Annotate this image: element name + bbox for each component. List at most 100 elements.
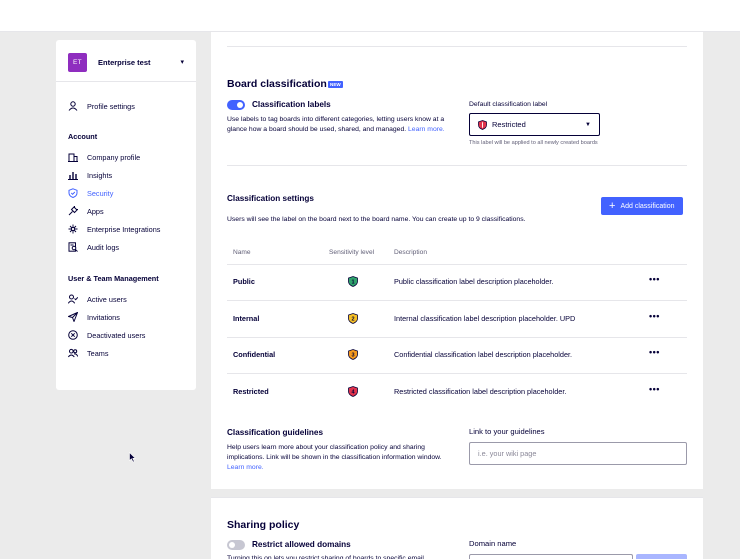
sensitivity-shield-icon: 1: [348, 276, 358, 287]
classification-name: Restricted: [233, 387, 269, 396]
column-header-sensitivity: Sensitivity level: [329, 249, 375, 256]
guidelines-description: Help users learn more about your classif…: [227, 443, 449, 473]
table-row: Confidential 3 Confidential classificati…: [227, 337, 687, 373]
sidebar-item-profile-settings[interactable]: Profile settings: [68, 99, 188, 113]
sidebar-item-company-profile[interactable]: Company profile: [68, 150, 188, 164]
plug-icon: [68, 206, 78, 216]
learn-more-link[interactable]: Learn more.: [408, 126, 445, 133]
table-row: Restricted 4 Restricted classification l…: [227, 374, 687, 410]
shield-icon: [68, 188, 78, 198]
sensitivity-level: 1: [351, 280, 354, 286]
classification-name: Confidential: [233, 350, 276, 359]
divider: [227, 165, 687, 166]
audit-log-icon: [68, 242, 78, 252]
classification-description: Use labels to tag boards into different …: [227, 115, 463, 135]
sensitivity-level: 3: [351, 353, 354, 359]
section-title-guidelines: Classification guidelines: [227, 428, 323, 437]
sidebar-section-account: Account: [68, 132, 98, 141]
sidebar-item-label: Apps: [87, 206, 104, 216]
mouse-cursor-icon: [129, 452, 136, 463]
chevron-down-icon: ▼: [585, 121, 591, 128]
table-row: Public 1 Public classification label des…: [227, 264, 687, 300]
add-classification-button[interactable]: + Add classification: [601, 197, 683, 215]
sidebar-item-label: Profile settings: [87, 101, 135, 111]
plus-icon: +: [609, 200, 616, 212]
add-domain-button[interactable]: [636, 554, 687, 559]
sidebar-item-label: Invitations: [87, 312, 120, 322]
sidebar-section-team: User & Team Management: [68, 274, 159, 283]
more-options-icon[interactable]: •••: [649, 347, 660, 357]
section-gap: [211, 489, 703, 497]
sidebar-item-security[interactable]: Security: [68, 186, 188, 200]
column-header-description: Description: [394, 249, 427, 256]
learn-more-link[interactable]: Learn more.: [227, 464, 264, 471]
classification-settings-description: Users will see the label on the board ne…: [227, 216, 526, 223]
settings-sidebar: ET Enterprise test ▾ Profile settings Ac…: [56, 40, 196, 390]
domain-name-field[interactable]: [469, 554, 633, 559]
default-label-hint: This label will be applied to all newly …: [469, 140, 598, 146]
sensitivity-level: 2: [351, 317, 354, 323]
sidebar-item-audit-logs[interactable]: Audit logs: [68, 240, 188, 254]
toggle-knob: [229, 542, 235, 548]
sidebar-item-insights[interactable]: Insights: [68, 168, 188, 182]
default-label-title: Default classification label: [469, 101, 548, 108]
sidebar-item-label: Deactivated users: [87, 330, 146, 340]
settings-content: Board classification NEW Classification …: [211, 32, 703, 559]
classification-description: Public classification label description …: [394, 277, 554, 286]
restrict-domains-toggle[interactable]: [227, 540, 245, 550]
default-classification-select[interactable]: Restricted ▼: [469, 113, 600, 136]
integrations-icon: [68, 224, 78, 234]
section-title-board-classification: Board classification: [227, 78, 327, 90]
sidebar-item-enterprise-integrations[interactable]: Enterprise Integrations: [68, 222, 188, 236]
divider: [211, 497, 703, 498]
domain-name-title: Domain name: [469, 539, 517, 548]
divider: [227, 46, 687, 47]
org-switcher[interactable]: ET Enterprise test ▾: [68, 52, 184, 72]
sidebar-item-label: Active users: [87, 294, 127, 304]
classification-description: Confidential classification label descri…: [394, 350, 573, 359]
team-icon: [68, 348, 78, 358]
bar-chart-icon: [68, 172, 78, 180]
sidebar-item-deactivated-users[interactable]: Deactivated users: [68, 328, 188, 342]
send-icon: [68, 312, 78, 322]
selected-value: Restricted: [492, 120, 526, 129]
shield-icon: [478, 119, 487, 130]
toggle-knob: [237, 102, 243, 108]
sidebar-item-invitations[interactable]: Invitations: [68, 310, 188, 324]
classification-labels-toggle[interactable]: [227, 100, 245, 110]
sidebar-item-apps[interactable]: Apps: [68, 204, 188, 218]
classification-name: Public: [233, 277, 255, 286]
building-icon: [68, 153, 78, 162]
guidelines-link-input[interactable]: [478, 449, 678, 458]
column-header-name: Name: [233, 249, 251, 256]
more-options-icon[interactable]: •••: [649, 274, 660, 284]
button-label: Add classification: [620, 202, 675, 210]
description-text: Help users learn more about your classif…: [227, 444, 442, 461]
org-avatar: ET: [68, 52, 87, 72]
sidebar-item-label: Insights: [87, 170, 113, 180]
section-title-sharing-policy: Sharing policy: [227, 519, 300, 531]
table-row: Internal 2 Internal classification label…: [227, 301, 687, 337]
sidebar-item-teams[interactable]: Teams: [68, 346, 188, 360]
sidebar-item-label: Enterprise Integrations: [87, 224, 161, 234]
section-title-classification-settings: Classification settings: [227, 194, 314, 203]
sidebar-item-active-users[interactable]: Active users: [68, 292, 188, 306]
sensitivity-shield-icon: 2: [348, 313, 358, 324]
sensitivity-shield-icon: 4: [348, 386, 358, 397]
classification-labels-label: Classification labels: [252, 100, 331, 109]
sidebar-item-label: Company profile: [87, 152, 141, 162]
circle-x-icon: [68, 330, 78, 340]
sharing-description: Turning this on lets you restrict sharin…: [227, 555, 424, 559]
chevron-down-icon: ▾: [180, 59, 184, 66]
guidelines-link-title: Link to your guidelines: [469, 427, 545, 436]
classification-description: Internal classification label descriptio…: [394, 314, 576, 323]
divider: [56, 81, 196, 82]
sidebar-item-label: Security: [87, 188, 114, 198]
guidelines-link-field[interactable]: [469, 442, 687, 465]
classification-description: Restricted classification label descript…: [394, 387, 567, 396]
more-options-icon[interactable]: •••: [649, 311, 660, 321]
classification-name: Internal: [233, 314, 260, 323]
user-icon: [68, 101, 78, 111]
new-badge: NEW: [328, 81, 343, 88]
more-options-icon[interactable]: •••: [649, 384, 660, 394]
